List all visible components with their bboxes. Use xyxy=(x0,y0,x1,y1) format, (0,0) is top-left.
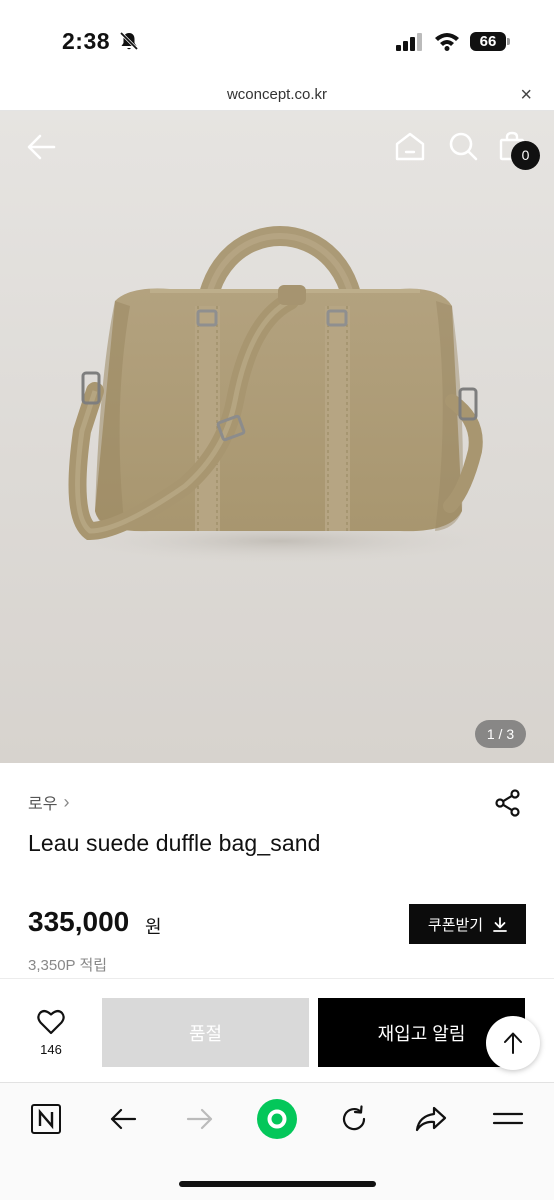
cart-count-badge[interactable]: 0 xyxy=(511,141,540,170)
home-icon[interactable] xyxy=(394,131,426,161)
share-arrow-icon[interactable] xyxy=(415,1105,447,1133)
product-photo xyxy=(68,226,490,563)
like-count: 146 xyxy=(40,1042,62,1057)
hamburger-menu-icon[interactable] xyxy=(492,1109,524,1129)
arrow-up-icon[interactable] xyxy=(503,1031,523,1055)
browser-url-bar[interactable]: wconcept.co.kr × xyxy=(0,84,554,111)
naver-green-dot-button[interactable] xyxy=(256,1098,298,1140)
image-pager: 1 / 3 xyxy=(475,720,526,748)
bell-muted-icon xyxy=(119,31,139,51)
product-price: 335,000 xyxy=(28,906,130,937)
home-indicator xyxy=(179,1181,376,1187)
browser-back-button[interactable] xyxy=(105,1101,141,1137)
naver-logo-button[interactable] xyxy=(28,1101,64,1137)
arrow-right-icon[interactable] xyxy=(186,1107,214,1131)
browser-forward-button[interactable] xyxy=(182,1101,218,1137)
product-title: Leau suede duffle bag_sand xyxy=(28,830,321,856)
search-icon[interactable] xyxy=(448,131,478,161)
chevron-right-icon: › xyxy=(63,791,70,812)
arrow-left-icon[interactable] xyxy=(109,1107,137,1131)
reload-button[interactable] xyxy=(336,1101,372,1137)
status-time: 2:38 xyxy=(62,28,111,54)
share-page-button[interactable] xyxy=(413,1101,449,1137)
like-button[interactable]: 146 xyxy=(30,1009,72,1059)
coupon-download-button[interactable]: 쿠폰받기 xyxy=(409,904,526,944)
wifi-icon xyxy=(435,33,459,51)
browser-toolbar xyxy=(0,1082,554,1200)
price-unit: 원 xyxy=(145,917,162,937)
heart-icon[interactable] xyxy=(37,1009,65,1035)
url-text[interactable]: wconcept.co.kr xyxy=(0,86,554,103)
reload-icon[interactable] xyxy=(339,1104,369,1134)
scroll-top-button[interactable] xyxy=(486,1016,540,1070)
status-bar: 2:38 66 xyxy=(0,0,554,84)
coupon-label[interactable]: 쿠폰받기 xyxy=(428,914,483,935)
signal-icon xyxy=(396,33,422,51)
brand-name[interactable]: 로우 xyxy=(28,790,57,814)
product-image-gallery[interactable]: 0 1 / 3 xyxy=(0,111,554,763)
green-dot-icon[interactable] xyxy=(256,1098,298,1140)
reward-points: 3,350P 적립 xyxy=(28,957,108,974)
purchase-action-bar: 146 품절 재입고 알림 xyxy=(0,978,554,1082)
naver-n-icon[interactable] xyxy=(30,1103,62,1135)
close-button[interactable]: × xyxy=(520,84,532,107)
back-arrow-icon[interactable] xyxy=(26,133,58,161)
battery-tip xyxy=(507,38,510,45)
brand-link[interactable]: 로우 › xyxy=(28,790,69,814)
share-icon[interactable] xyxy=(494,789,522,817)
soldout-button: 품절 xyxy=(102,998,309,1067)
battery-indicator: 66 xyxy=(470,32,506,51)
menu-button[interactable] xyxy=(490,1101,526,1137)
download-icon xyxy=(493,916,507,932)
